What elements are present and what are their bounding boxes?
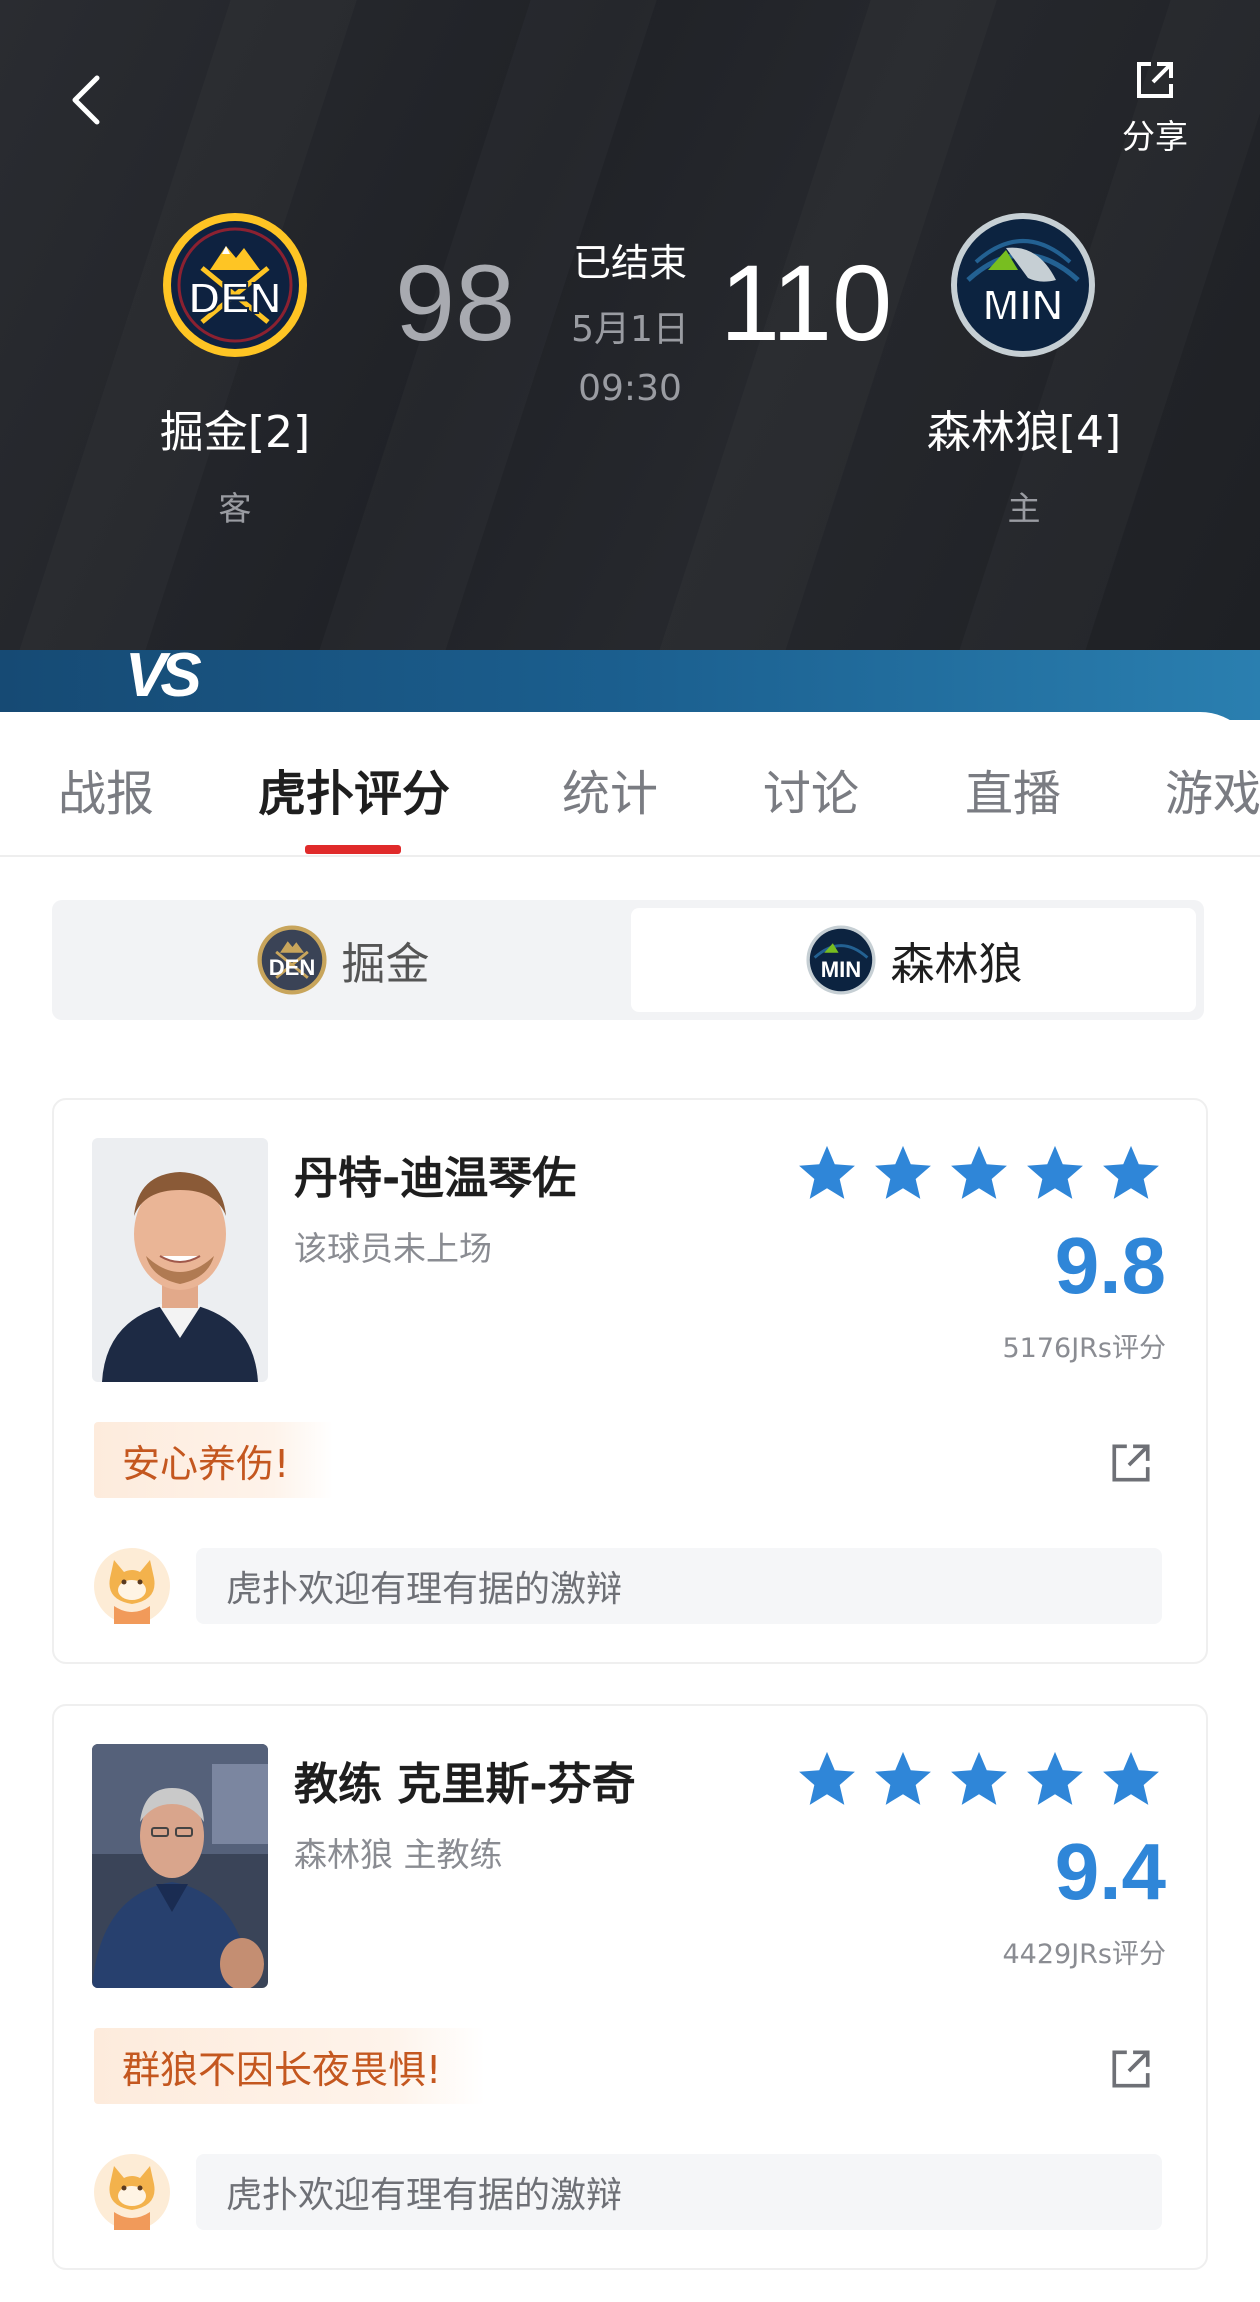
share-icon[interactable] xyxy=(1108,1440,1154,1486)
comment-input[interactable]: 虎扑欢迎有理有据的激辩 xyxy=(196,1548,1162,1624)
rating-score: 9.8 xyxy=(1054,1221,1166,1310)
coach-name[interactable]: 教练 克里斯-芬奇 xyxy=(294,1748,636,1812)
den-logo-text: DEN xyxy=(189,274,282,323)
tab-stats[interactable]: 统计 xyxy=(562,754,658,824)
star-icon xyxy=(1103,1145,1159,1199)
home-team-name[interactable]: 森林狼[4] xyxy=(874,396,1174,460)
player-photo[interactable] xyxy=(92,1138,268,1382)
den-mini-logo-icon: DEN xyxy=(256,925,327,995)
user-avatar-icon xyxy=(94,2154,170,2230)
share-icon[interactable] xyxy=(1108,2046,1154,2092)
away-score: 98 xyxy=(395,242,516,363)
home-side-label: 主 xyxy=(1007,489,1041,528)
coach-role: 森林狼 主教练 xyxy=(294,1835,503,1874)
star-rating[interactable] xyxy=(796,1142,1162,1204)
toggle-label-min: 森林狼 xyxy=(890,939,1023,990)
player-status: 该球员未上场 xyxy=(294,1229,492,1268)
star-rating[interactable] xyxy=(796,1748,1162,1810)
den-team-logo[interactable]: DEN xyxy=(160,210,310,360)
comment-input[interactable]: 虎扑欢迎有理有据的激辩 xyxy=(196,2154,1162,2230)
rating-count: 4429JRs评分 xyxy=(1002,1939,1166,1970)
star-icon xyxy=(799,1145,855,1199)
game-header: 分享 DEN 掘金[2] 客 98 已结束 5月1日 09:30 110 MIN… xyxy=(0,0,1260,650)
rating-card[interactable]: 丹特-迪温琴佐 该球员未上场 9.8 5176JRs评分 安心养伤! 虎扑欢迎有… xyxy=(52,1098,1208,1664)
top-comment-tag[interactable]: 安心养伤! xyxy=(94,1422,334,1498)
star-icon xyxy=(875,1145,931,1199)
active-tab-indicator xyxy=(305,845,401,854)
home-score: 110 xyxy=(720,242,893,363)
tab-bar: 战报 虎扑评分 统计 讨论 直播 游戏 xyxy=(0,712,1260,857)
star-icon xyxy=(1027,1751,1083,1805)
player-portrait-icon xyxy=(92,1138,268,1382)
star-icon xyxy=(1103,1751,1159,1805)
rating-count: 5176JRs评分 xyxy=(1002,1333,1166,1364)
star-icon xyxy=(799,1751,855,1805)
share-icon xyxy=(1137,62,1173,98)
content-panel: 战报 虎扑评分 统计 讨论 直播 游戏 DEN 掘金 MIN 森林狼 丹特-迪温… xyxy=(0,712,1260,2302)
game-status: 已结束 xyxy=(572,241,687,285)
star-icon xyxy=(951,1145,1007,1199)
rating-score: 9.4 xyxy=(1054,1827,1166,1916)
tab-hupu-rating[interactable]: 虎扑评分 xyxy=(258,754,450,824)
min-mini-logo-icon: MIN xyxy=(805,925,876,995)
toggle-label-den: 掘金 xyxy=(341,939,430,990)
min-team-logo[interactable]: MIN xyxy=(948,210,1098,360)
coach-photo[interactable] xyxy=(92,1744,268,1988)
toggle-option-min[interactable]: MIN 森林狼 xyxy=(631,908,1196,1012)
game-date: 5月1日 xyxy=(571,309,689,350)
top-comment-tag[interactable]: 群狼不因长夜畏惧! xyxy=(94,2028,486,2104)
share-label: 分享 xyxy=(1122,117,1188,156)
away-side-label: 客 xyxy=(218,489,252,528)
tab-report[interactable]: 战报 xyxy=(58,754,154,824)
tab-games[interactable]: 游戏 xyxy=(1165,754,1260,824)
star-icon xyxy=(1027,1145,1083,1199)
toggle-option-den[interactable]: DEN 掘金 xyxy=(60,908,625,1012)
chevron-left-icon xyxy=(72,75,100,125)
tab-live[interactable]: 直播 xyxy=(965,754,1061,824)
min-mini-logo-text: MIN xyxy=(820,957,860,982)
back-button[interactable] xyxy=(56,70,116,130)
star-icon xyxy=(875,1751,931,1805)
team-toggle: DEN 掘金 MIN 森林狼 xyxy=(52,900,1204,1020)
share-button[interactable]: 分享 xyxy=(1100,58,1210,158)
star-icon xyxy=(951,1751,1007,1805)
rating-card[interactable]: 教练 克里斯-芬奇 森林狼 主教练 9.4 4429JRs评分 群狼不因长夜畏惧… xyxy=(52,1704,1208,2270)
vs-logo: VS xyxy=(125,641,202,710)
tab-discussion[interactable]: 讨论 xyxy=(763,754,859,824)
user-avatar-icon xyxy=(94,1548,170,1624)
min-logo-text: MIN xyxy=(983,281,1064,330)
coach-portrait-icon xyxy=(92,1744,268,1988)
den-mini-logo-text: DEN xyxy=(268,955,315,980)
player-name[interactable]: 丹特-迪温琴佐 xyxy=(294,1142,576,1206)
away-team-name[interactable]: 掘金[2] xyxy=(85,396,385,460)
game-time: 09:30 xyxy=(578,368,682,409)
